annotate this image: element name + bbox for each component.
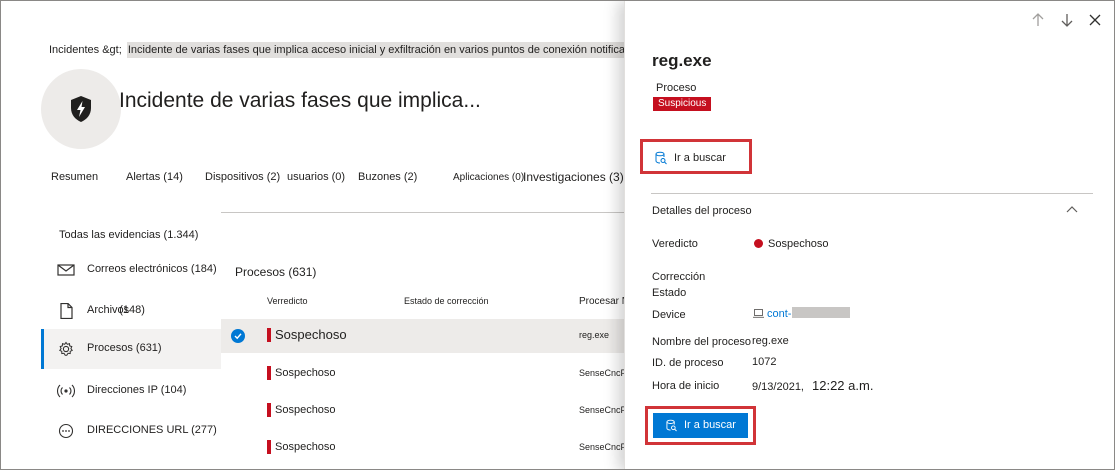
- tab-alertas[interactable]: Alertas (14): [126, 171, 183, 183]
- device-link[interactable]: cont-: [753, 307, 851, 320]
- broadcast-icon: [57, 384, 75, 398]
- evidence-nav-label: Procesos (631): [87, 342, 162, 354]
- go-hunt-button-highlight: Ir a buscar: [645, 406, 756, 445]
- mail-icon: [57, 264, 75, 276]
- severity-bar: [267, 440, 271, 454]
- processes-title: Procesos (631): [235, 265, 317, 279]
- evidence-nav-ip[interactable]: Direcciones IP (104): [41, 371, 221, 411]
- remediation-label: Corrección: [652, 271, 706, 283]
- laptop-icon: [753, 309, 764, 318]
- section-divider: [651, 193, 1093, 194]
- start-time-label: Hora de inicio: [652, 380, 720, 392]
- evidence-title: Todas las evidencias (1.344): [59, 229, 199, 241]
- process-name-value: reg.exe: [752, 335, 789, 347]
- row-process-name: SenseCncP: [579, 368, 627, 378]
- process-details-heading: Detalles del proceso: [652, 205, 752, 217]
- row-verdict: Sospechoso: [275, 441, 336, 453]
- evidence-nav-files[interactable]: Archivos(148): [41, 291, 221, 331]
- shield-lightning-icon: [71, 96, 91, 122]
- evidence-nav-urls[interactable]: DIRECCIONES URL (277): [41, 411, 221, 451]
- table-row[interactable]: Sospechoso reg.exe: [221, 319, 626, 353]
- incident-avatar: [41, 69, 121, 149]
- evidence-nav-label: Correos electrónicos (184): [87, 263, 217, 275]
- severity-bar: [267, 366, 271, 380]
- severity-bar: [267, 403, 271, 417]
- incident-title: Incidente de varias fases que implica...: [119, 89, 481, 112]
- globe-icon: [58, 423, 74, 439]
- table-row[interactable]: Sospechoso SenseCncP: [221, 357, 627, 391]
- chevron-up-icon[interactable]: [1065, 204, 1079, 214]
- process-id-label: ID. de proceso: [652, 357, 724, 369]
- evidence-nav-emails[interactable]: Correos electrónicos (184): [41, 250, 221, 290]
- process-details-panel: reg.exe Proceso Suspicious Ir a buscar D…: [624, 1, 1114, 469]
- close-icon[interactable]: [1087, 12, 1103, 28]
- verdict-dot: [754, 239, 763, 248]
- row-verdict: Sospechoso: [275, 367, 336, 379]
- breadcrumb: Incidentes &gt; Incidente de varias fase…: [49, 42, 696, 58]
- tab-resumen[interactable]: Resumen: [51, 171, 98, 183]
- hunt-icon: [655, 151, 667, 165]
- hunt-icon: [666, 419, 677, 432]
- table-row[interactable]: Sospechoso SenseCncP: [221, 394, 627, 428]
- process-id-value: 1072: [752, 356, 777, 368]
- redacted-device-name: [792, 307, 851, 318]
- app-frame: Incidentes &gt; Incidente de varias fase…: [0, 0, 1115, 470]
- verdict-value: Sospechoso: [768, 238, 829, 250]
- row-verdict: Sospechoso: [275, 404, 336, 416]
- evidence-nav-count: (148): [119, 304, 145, 316]
- row-process-name: SenseCncP: [579, 405, 627, 415]
- tab-buzones[interactable]: Buzones (2): [358, 171, 417, 183]
- verdict-label: Veredicto: [652, 238, 698, 250]
- evidence-nav-label: Archivos(148): [87, 304, 145, 316]
- column-header-verdict[interactable]: Verredicto: [267, 296, 308, 306]
- go-hunt-link-label: Ir a buscar: [674, 152, 726, 164]
- arrow-up-icon[interactable]: [1030, 12, 1046, 28]
- remediation-status-label: Estado: [652, 287, 687, 299]
- tab-dispositivos[interactable]: Dispositivos (2): [205, 171, 280, 183]
- start-time-value: 9/13/2021, 12:22 a.m.: [752, 378, 874, 393]
- severity-bar: [267, 328, 271, 342]
- process-name-title: reg.exe: [652, 51, 712, 70]
- device-label: Device: [652, 309, 686, 321]
- column-header-remediation[interactable]: Estado de corrección: [404, 296, 489, 306]
- file-icon: [60, 303, 73, 319]
- row-process-name: SenseCncP: [579, 442, 627, 452]
- evidence-nav-processes[interactable]: Procesos (631): [41, 329, 221, 369]
- tab-aplicaciones[interactable]: Aplicaciones (0): [453, 172, 524, 183]
- tab-investigaciones[interactable]: Investigaciones (3): [523, 170, 624, 184]
- go-hunt-button-label: Ir a buscar: [684, 419, 736, 431]
- status-badge: Suspicious: [653, 97, 712, 111]
- row-verdict: Sospechoso: [275, 327, 347, 342]
- tab-usuarios[interactable]: usuarios (0): [287, 171, 345, 183]
- arrow-down-icon[interactable]: [1059, 12, 1075, 28]
- evidence-nav-label: DIRECCIONES URL (277): [87, 424, 217, 436]
- go-hunt-link[interactable]: Ir a buscar: [640, 139, 752, 174]
- breadcrumb-parent[interactable]: Incidentes &gt;: [49, 44, 122, 56]
- process-name-label: Nombre del proceso: [652, 336, 752, 348]
- row-process-name: reg.exe: [579, 330, 610, 340]
- entity-type: Proceso: [656, 82, 697, 94]
- gear-icon: [59, 341, 73, 356]
- row-selected-check-icon[interactable]: [231, 329, 245, 343]
- evidence-nav-label: Direcciones IP (104): [87, 384, 187, 396]
- go-hunt-button[interactable]: Ir a buscar: [653, 413, 748, 438]
- breadcrumb-current: Incidente de varias fases que implica ac…: [126, 42, 696, 58]
- table-row[interactable]: Sospechoso SenseCncP: [221, 431, 627, 465]
- tabs-divider: [221, 212, 626, 213]
